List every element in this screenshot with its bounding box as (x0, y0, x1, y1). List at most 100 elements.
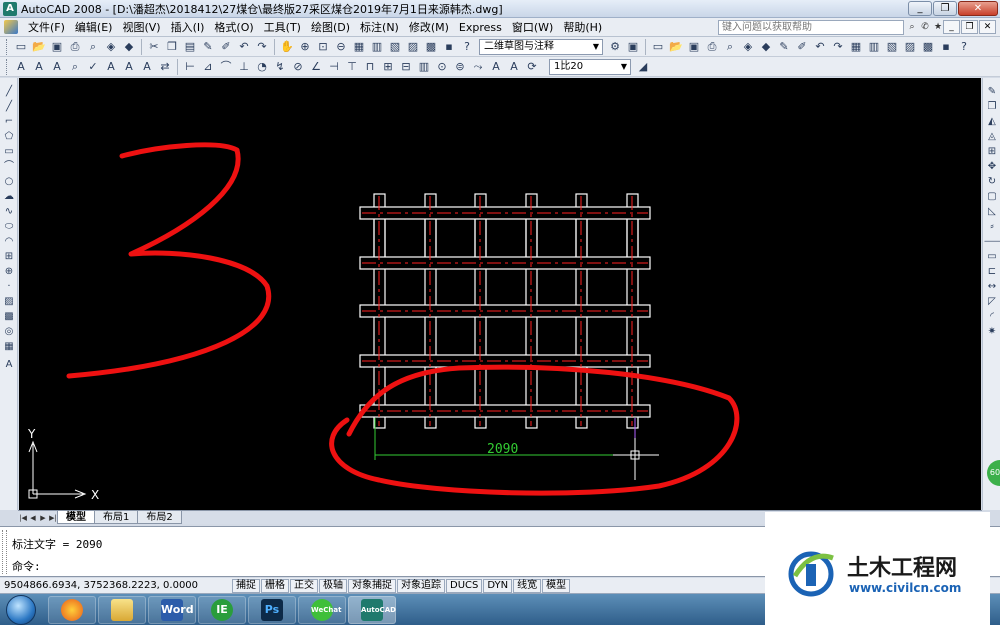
coordinate-readout[interactable]: 9504866.6934, 3752368.2223, 0.0000 (0, 580, 232, 591)
redo-icon[interactable]: ↷ (830, 39, 846, 55)
save-icon[interactable]: ▣ (49, 39, 65, 55)
open-file-icon[interactable]: 📂 (668, 39, 684, 55)
menu-draw[interactable]: 绘图(D) (306, 19, 355, 35)
ellipse-arc-icon[interactable]: ◠ (1, 234, 17, 249)
print-icon[interactable]: ⎙ (67, 39, 83, 55)
find-text-icon[interactable]: ⌕ (67, 59, 83, 75)
dimension-edit-icon[interactable]: A (488, 59, 504, 75)
erase-icon[interactable]: ✎ (984, 84, 1000, 99)
tool-palettes-icon[interactable]: ▧ (884, 39, 900, 55)
zoom-previous-icon[interactable]: ⊖ (333, 39, 349, 55)
undo-icon[interactable]: ↶ (812, 39, 828, 55)
annotation-visibility-icon[interactable]: ◢ (635, 59, 651, 75)
dimension-break-icon[interactable]: ⊟ (398, 59, 414, 75)
design-center-icon[interactable]: ▥ (369, 39, 385, 55)
design-center-icon[interactable]: ▥ (866, 39, 882, 55)
line-icon[interactable]: ╱ (1, 84, 17, 99)
spell-check-icon[interactable]: ✓ (85, 59, 101, 75)
jogged-dimension-icon[interactable]: ↯ (272, 59, 288, 75)
convert-space-icon[interactable]: ⇄ (157, 59, 173, 75)
single-line-text-icon[interactable]: A (31, 59, 47, 75)
cut-icon[interactable]: ✂ (146, 39, 162, 55)
break-icon[interactable]: ⊏ (984, 264, 1000, 279)
radius-dimension-icon[interactable]: ◔ (254, 59, 270, 75)
toolbar-grip[interactable] (6, 58, 9, 75)
dimension-space-icon[interactable]: ⊞ (380, 59, 396, 75)
polygon-icon[interactable]: ⬠ (1, 129, 17, 144)
command-prompt[interactable]: 命令: (12, 558, 41, 574)
tab-layout2[interactable]: 布局2 (137, 511, 182, 524)
menu-insert[interactable]: 插入(I) (166, 19, 210, 35)
make-block-icon[interactable]: ⊕ (1, 264, 17, 279)
point-icon[interactable]: · (1, 279, 17, 294)
previous-tab-icon[interactable]: ◀ (28, 512, 38, 524)
print-icon[interactable]: ⎙ (704, 39, 720, 55)
menu-tools[interactable]: 工具(T) (259, 19, 306, 35)
menu-format[interactable]: 格式(O) (209, 19, 258, 35)
dyn-toggle[interactable]: DYN (483, 578, 513, 593)
hatch-icon[interactable]: ▨ (1, 294, 17, 309)
edit-text-icon[interactable]: A (49, 59, 65, 75)
my-workspace-icon[interactable]: ▣ (625, 39, 641, 55)
calculator-icon[interactable]: ▪ (938, 39, 954, 55)
search-icon[interactable]: ⌕ (906, 20, 918, 34)
help-icon[interactable]: ? (459, 39, 475, 55)
trim-icon[interactable]: ⸗ (984, 219, 1000, 234)
doc-close-button[interactable]: ✕ (979, 20, 996, 34)
menu-view[interactable]: 视图(V) (117, 19, 165, 35)
tab-model[interactable]: 模型 (57, 511, 95, 524)
polyline-icon[interactable]: ⌐ (1, 114, 17, 129)
quick-dimension-icon[interactable]: ⊣ (326, 59, 342, 75)
workspace-settings-icon[interactable]: ⚙ (607, 39, 623, 55)
properties-icon[interactable]: ▦ (848, 39, 864, 55)
save-icon[interactable]: ▣ (686, 39, 702, 55)
dimension-text-edit-icon[interactable]: A (506, 59, 522, 75)
offset-icon[interactable]: ◬ (984, 129, 1000, 144)
angular-dimension-icon[interactable]: ∠ (308, 59, 324, 75)
text-icon[interactable]: A (13, 59, 29, 75)
publish-3d-icon[interactable]: ◆ (758, 39, 774, 55)
grid-toggle[interactable]: 栅格 (261, 578, 289, 593)
menu-modify[interactable]: 修改(M) (404, 19, 454, 35)
mirror-icon[interactable]: ◭ (984, 114, 1000, 129)
minimize-button[interactable]: _ (908, 1, 932, 16)
block-editor-icon[interactable]: ✐ (794, 39, 810, 55)
menu-dimension[interactable]: 标注(N) (355, 19, 404, 35)
close-button[interactable]: ✕ (958, 1, 998, 16)
linear-dimension[interactable]: 2090 (374, 418, 636, 460)
new-file-icon[interactable]: ▭ (13, 39, 29, 55)
doc-restore-button[interactable]: ❐ (961, 20, 978, 34)
tab-layout1[interactable]: 布局1 (94, 511, 139, 524)
doc-minimize-button[interactable]: _ (943, 20, 960, 34)
osnap-toggle[interactable]: 对象捕捉 (348, 578, 396, 593)
sheet-set-icon[interactable]: ▨ (405, 39, 421, 55)
text-style-icon[interactable]: A (103, 59, 119, 75)
taskbar-wechat-icon[interactable]: WeChat (298, 595, 346, 624)
redo-icon[interactable]: ↷ (254, 39, 270, 55)
publish-icon[interactable]: ◈ (740, 39, 756, 55)
ortho-toggle[interactable]: 正交 (290, 578, 318, 593)
linear-dimension-icon[interactable]: ⊢ (182, 59, 198, 75)
region-icon[interactable]: ◎ (1, 324, 17, 339)
workspace-select[interactable]: 二维草图与注释 ▼ (479, 38, 603, 55)
annotation-scale-select[interactable]: 1比20 ▼ (549, 58, 631, 75)
baseline-dimension-icon[interactable]: ⊤ (344, 59, 360, 75)
fillet-icon[interactable]: ◜ (984, 309, 1000, 324)
help-search-input[interactable]: 键入问题以获取帮助 (718, 20, 904, 35)
circle-icon[interactable]: ○ (1, 174, 17, 189)
first-tab-icon[interactable]: |◀ (18, 512, 28, 524)
multiline-text-icon[interactable]: A (1, 357, 17, 372)
insert-block-icon[interactable]: ⊞ (1, 249, 17, 264)
arc-icon[interactable]: ⌒ (1, 159, 17, 174)
chamfer-icon[interactable]: ◸ (984, 294, 1000, 309)
paste-icon[interactable]: ▤ (182, 39, 198, 55)
menu-window[interactable]: 窗口(W) (507, 19, 558, 35)
jogged-linear-icon[interactable]: ⤳ (470, 59, 486, 75)
command-window-grip[interactable] (2, 530, 7, 574)
autocad-app-icon[interactable]: A (3, 1, 17, 16)
pan-icon[interactable]: ✋ (279, 39, 295, 55)
markup-icon[interactable]: ▩ (920, 39, 936, 55)
start-button[interactable] (6, 594, 36, 625)
rectangle-icon[interactable]: ▭ (1, 144, 17, 159)
taskbar-360-icon[interactable] (48, 595, 96, 624)
